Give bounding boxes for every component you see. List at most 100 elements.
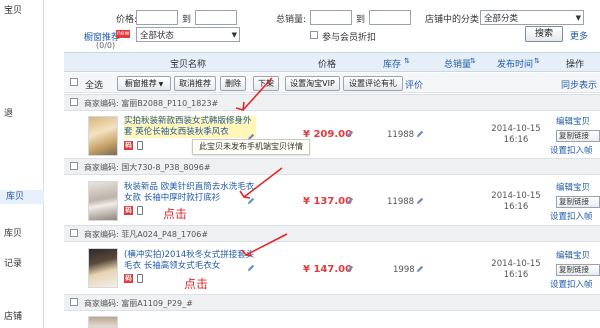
- column-header-sales[interactable]: 总销量: [444, 57, 471, 70]
- new-badge: new: [116, 30, 131, 38]
- pencil-icon[interactable]: [346, 197, 354, 205]
- product-thumbnail[interactable]: [88, 116, 118, 156]
- group-checkbox[interactable]: [70, 229, 78, 237]
- pencil-icon[interactable]: [416, 130, 424, 138]
- mobile-detail-tooltip: 此宝贝未发布手机端宝贝详情: [192, 139, 310, 155]
- group-row: 商家编码: 国大730-8_P38_8096#: [64, 158, 600, 175]
- group-row: 商家编码: 富丽A1109_P29_#: [64, 294, 600, 311]
- recommend-button[interactable]: 橱窗推荐 ▼: [117, 76, 171, 91]
- group-checkbox[interactable]: [70, 98, 78, 106]
- select-all-checkbox[interactable]: [70, 78, 78, 86]
- sales-filter-label: 总销量:: [276, 15, 307, 25]
- category-select[interactable]: 全部分类 ▼: [480, 10, 584, 25]
- publish-date: 2014-10-15: [491, 124, 541, 134]
- sidebar-item-4[interactable]: 库贝: [4, 226, 22, 239]
- category-filter-label: 店铺中的分类:: [425, 15, 483, 25]
- merchant-code: 商家编码: 国大730-8_P38_8096#: [84, 163, 211, 172]
- category-select-value: 全部分类: [484, 14, 519, 24]
- sidebar-item-1[interactable]: 宝贝: [4, 3, 22, 16]
- more-filters-link[interactable]: 更多: [570, 29, 588, 42]
- product-title[interactable]: 秋装新品 欧美针织直筒去水洗毛衣女款 长袖中厚时款打底衫: [124, 182, 256, 204]
- discount-badge: 码: [124, 274, 133, 283]
- pencil-icon[interactable]: [416, 265, 424, 273]
- status-select-value: 全部状态: [140, 31, 175, 41]
- pencil-icon[interactable]: [346, 265, 354, 273]
- search-button[interactable]: 搜索: [525, 26, 563, 42]
- product-stock: 1998: [393, 265, 415, 275]
- product-thumbnail[interactable]: [88, 248, 118, 288]
- select-all-label: 全选: [85, 81, 104, 91]
- edit-product-link[interactable]: 编辑宝贝: [556, 250, 590, 262]
- publish-time: 16:16: [503, 270, 529, 280]
- click-annotation: 点击: [184, 277, 209, 291]
- sales-max-input[interactable]: [369, 10, 411, 25]
- price-to-label: 到: [182, 15, 192, 25]
- set-deduction-link[interactable]: 设置扣入帧: [550, 279, 593, 291]
- set-deduction-link[interactable]: 设置扣入帧: [550, 145, 593, 157]
- product-stock: 11988: [387, 197, 415, 207]
- member-discount-label: 参与会员折扣: [322, 33, 377, 43]
- publish-date: 2014-10-15: [491, 259, 541, 269]
- product-thumbnail[interactable]: [88, 316, 118, 328]
- product-title[interactable]: 实拍秋装新款西装女式韩版修身外套 英伦长袖女西装秋季风衣: [124, 116, 256, 138]
- group-checkbox[interactable]: [70, 162, 78, 170]
- column-header-title: 宝贝名称: [170, 60, 207, 70]
- product-price: ¥ 137.00: [303, 196, 353, 207]
- product-stock: 11988: [387, 130, 415, 140]
- price-filter-label: 价格:: [116, 15, 138, 25]
- mobile-icon: [137, 274, 143, 283]
- sidebar: 宝贝 退 库贝 库贝 记录 店铺: [0, 0, 44, 328]
- publish-date: 2014-10-15: [491, 191, 541, 201]
- product-title[interactable]: (横冲实拍)2014秋冬女式拼接套头毛衣 长袖高领女式毛衣女: [124, 250, 256, 272]
- column-header-price: 价格: [318, 60, 337, 70]
- sort-icon[interactable]: ⇅: [470, 57, 476, 65]
- group-row: 商家编码: 富丽B2088_P110_1823#: [64, 94, 600, 111]
- group-row: 商家编码: 菲凡A024_P48_1706#: [64, 225, 600, 242]
- sidebar-item-2[interactable]: 退: [4, 106, 13, 119]
- sidebar-item-3[interactable]: 库贝: [0, 190, 44, 204]
- pencil-icon[interactable]: [346, 130, 354, 138]
- sync-link[interactable]: 同步表示: [561, 78, 597, 91]
- sales-to-label: 到: [356, 15, 366, 25]
- publish-time: 16:16: [503, 135, 529, 145]
- mobile-icon: [137, 141, 143, 150]
- copy-link-button[interactable]: 复制链接: [556, 264, 600, 276]
- sort-icon[interactable]: ⇅: [534, 57, 540, 65]
- merchant-code: 商家编码: 菲凡A024_P48_1706#: [84, 230, 209, 239]
- dropdown-arrow-icon: ▼: [231, 31, 237, 39]
- mobile-icon: [137, 206, 143, 215]
- sidebar-item-6[interactable]: 店铺: [4, 309, 22, 322]
- sort-icon[interactable]: ⇅: [404, 57, 410, 65]
- offshelf-button[interactable]: 下架: [253, 76, 279, 91]
- recommend-button-label: 橱窗推荐: [124, 79, 157, 88]
- cancel-recommend-button[interactable]: 取消推荐: [174, 76, 216, 91]
- set-review-gift-button[interactable]: 设置评论有礼: [343, 76, 403, 91]
- set-deduction-link[interactable]: 设置扣入帧: [550, 211, 593, 223]
- merchant-code: 商家编码: 富丽B2088_P110_1823#: [84, 99, 219, 108]
- delete-button[interactable]: 删除: [220, 76, 246, 91]
- edit-product-link[interactable]: 编辑宝贝: [556, 116, 590, 128]
- discount-badge: 码: [124, 141, 133, 150]
- status-select[interactable]: 全部状态 ▼: [136, 27, 240, 42]
- sidebar-item-5[interactable]: 记录: [4, 256, 22, 269]
- copy-link-button[interactable]: 复制链接: [556, 196, 600, 208]
- set-vip-button[interactable]: 设置淘宝VIP: [285, 76, 340, 91]
- pencil-icon[interactable]: [416, 197, 424, 205]
- product-price: ¥ 209.00: [303, 129, 353, 140]
- product-thumbnail[interactable]: [88, 181, 118, 221]
- evaluate-link[interactable]: 评价: [405, 78, 423, 91]
- merchant-code: 商家编码: 富丽A1109_P29_#: [84, 299, 193, 308]
- chevron-down-icon: ▼: [156, 81, 164, 88]
- recommend-count: (0/0): [96, 41, 116, 50]
- sales-min-input[interactable]: [310, 10, 352, 25]
- column-header-date[interactable]: 发布时间: [497, 57, 533, 70]
- copy-link-button[interactable]: 复制链接: [556, 130, 600, 142]
- edit-product-link[interactable]: 编辑宝贝: [556, 182, 590, 194]
- member-discount-checkbox[interactable]: [310, 31, 318, 39]
- price-min-input[interactable]: [136, 10, 178, 25]
- pencil-icon[interactable]: [247, 264, 255, 272]
- price-max-input[interactable]: [195, 10, 237, 25]
- group-checkbox[interactable]: [70, 298, 78, 306]
- pencil-icon[interactable]: [247, 197, 255, 205]
- column-header-stock[interactable]: 库存: [383, 57, 401, 70]
